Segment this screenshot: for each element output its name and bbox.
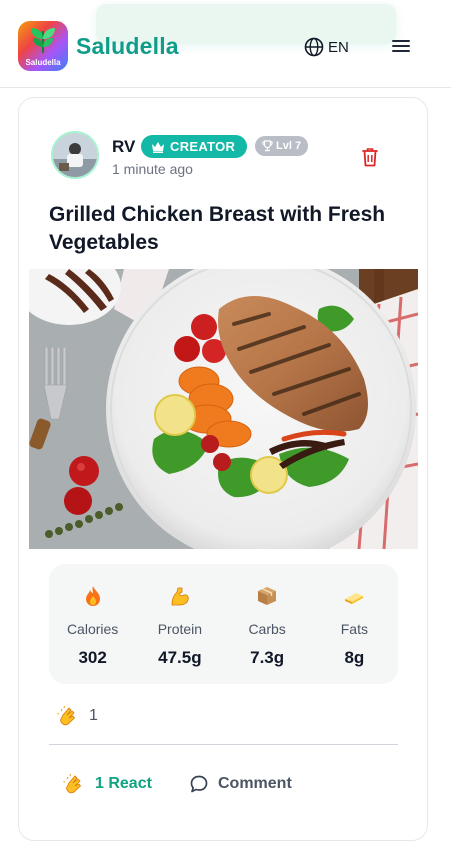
language-code: EN: [328, 38, 349, 56]
avatar[interactable]: [51, 131, 99, 179]
creator-badge-label: CREATOR: [170, 139, 236, 154]
post-card: RV CREATOR Lvl 7 1 minute ago Grilled Ch…: [18, 97, 428, 841]
nutrition-value: 8g: [344, 648, 365, 667]
nutrition-value: 7.3g: [250, 648, 285, 667]
nutrition-carbs: Carbs 7.3g: [224, 564, 311, 684]
react-button[interactable]: 1 React: [63, 772, 152, 796]
author-name[interactable]: RV: [112, 137, 135, 157]
reaction-count: 1: [89, 707, 98, 724]
trash-icon: [362, 148, 378, 167]
crown-icon: [152, 141, 164, 153]
hamburger-line: [392, 50, 410, 52]
logo-caption: Saludella: [25, 58, 61, 67]
leaf-icon: [31, 28, 55, 54]
comment-icon: [190, 775, 208, 793]
nutrition-value: 302: [78, 648, 107, 667]
delete-post-button[interactable]: [360, 146, 380, 168]
app-header: Saludella Saludella EN: [0, 0, 451, 88]
language-selector[interactable]: EN: [304, 36, 349, 58]
reaction-summary[interactable]: 1: [57, 704, 98, 728]
clapping-hands-icon: [57, 705, 76, 726]
butter-icon: [345, 593, 364, 604]
nutrition-label: Carbs: [248, 621, 286, 637]
trophy-icon: [262, 140, 273, 152]
divider: [49, 744, 398, 745]
level-badge-label: Lvl 7: [276, 140, 302, 152]
flexed-biceps-icon: [171, 587, 189, 606]
globe-icon: [304, 37, 324, 57]
post-title: Grilled Chicken Breast with Fresh Vegeta…: [49, 203, 386, 254]
nutrition-protein: Protein 47.5g: [136, 564, 223, 684]
nutrition-fats: Fats 8g: [311, 564, 398, 684]
avatar-photo: [53, 133, 97, 177]
react-button-label: 1 React: [95, 775, 152, 792]
hamburger-line: [392, 45, 410, 47]
nutrition-label: Fats: [340, 621, 368, 637]
hamburger-menu-icon: [392, 40, 410, 42]
comment-button[interactable]: Comment: [189, 772, 292, 796]
clapping-hands-icon: [63, 773, 82, 794]
package-icon: [258, 587, 277, 605]
nutrition-calories: Calories 302: [49, 564, 136, 684]
creator-badge: CREATOR: [141, 135, 248, 158]
app-logo[interactable]: Saludella: [18, 21, 68, 71]
level-badge: Lvl 7: [255, 136, 309, 156]
post-timestamp: 1 minute ago: [112, 161, 193, 177]
nutrition-label: Protein: [157, 621, 203, 637]
brand-name[interactable]: Saludella: [76, 33, 179, 60]
food-image: [29, 269, 418, 549]
nutrition-value: 47.5g: [158, 648, 202, 667]
comment-button-label: Comment: [218, 775, 292, 792]
nutrition-summary: Calories 302 Protein 47.5g Carbs 7.3g Fa…: [49, 564, 398, 684]
hamburger-menu-button[interactable]: [392, 37, 410, 55]
nutrition-label: Calories: [66, 621, 119, 637]
fire-icon: [85, 586, 100, 606]
post-image[interactable]: [29, 269, 418, 549]
